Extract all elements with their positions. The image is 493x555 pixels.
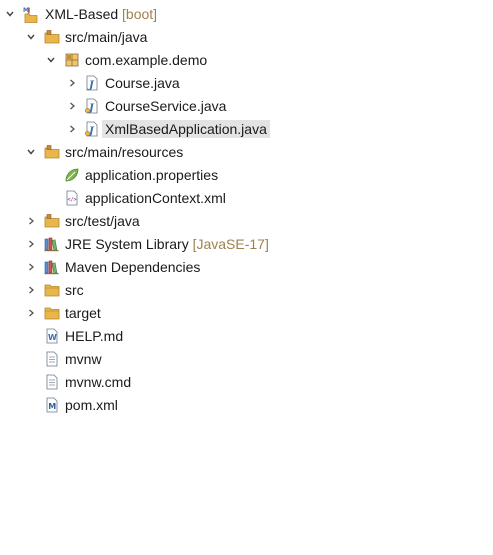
tree-item-label: application.properties [85,167,219,183]
tree-item-label: src/test/java [65,213,140,229]
tree-item-package[interactable]: com.example.demo [0,50,493,70]
tree-item-mvnw[interactable]: mvnw [0,349,493,369]
tree-item-label: mvnw.cmd [65,374,132,390]
tree-item-maven-dependencies[interactable]: Maven Dependencies [0,257,493,277]
tree-item-target-folder[interactable]: target [0,303,493,323]
chevron-down-icon[interactable] [46,54,56,66]
tree-item-mvnw-cmd[interactable]: mvnw.cmd [0,372,493,392]
project-explorer-tree: M J XML-Based [boot] src/main/java com.e… [0,0,493,555]
chevron-right-icon[interactable] [26,261,36,273]
tree-item-label: src/main/java [65,29,148,45]
tree-item-src-test-java[interactable]: src/test/java [0,211,493,231]
jre-library-name: JRE System Library [65,236,189,252]
tree-item-jre-system-library[interactable]: JRE System Library [JavaSE-17] [0,234,493,254]
xml-file-icon: </> [64,190,80,206]
source-folder-icon [44,144,60,160]
folder-icon [44,305,60,321]
tree-item-src-main-resources[interactable]: src/main/resources [0,142,493,162]
source-folder-icon [44,29,60,45]
tree-item-label: target [65,305,101,321]
tree-item-label: Course.java [105,75,180,91]
tree-item-label: CourseService.java [105,98,227,114]
tree-item-project[interactable]: M J XML-Based [boot] [0,4,493,24]
chevron-right-icon[interactable] [67,123,77,135]
project-decoration: [boot] [122,6,158,22]
maven-pom-icon: M [44,397,60,413]
tree-item-label: src [65,282,84,298]
tree-item-application-context-xml[interactable]: </> applicationContext.xml [0,188,493,208]
tree-item-label: XML-Based [boot] [42,5,160,23]
chevron-down-icon[interactable] [26,31,36,43]
tree-item-help-md[interactable]: W HELP.md [0,326,493,346]
tree-item-label: applicationContext.xml [85,190,226,206]
tree-item-src-folder[interactable]: src [0,280,493,300]
java-file-icon: J [84,98,100,114]
tree-item-label: pom.xml [65,397,118,413]
java-file-icon: J [84,121,100,137]
tree-item-application-properties[interactable]: application.properties [0,165,493,185]
source-folder-icon [44,213,60,229]
package-icon [64,52,80,68]
tree-item-label: JRE System Library [JavaSE-17] [62,235,272,253]
chevron-down-icon[interactable] [5,8,15,20]
tree-item-label: com.example.demo [85,52,208,68]
project-name: XML-Based [45,6,119,22]
svg-text:M: M [48,402,56,411]
tree-item-course-java[interactable]: J Course.java [0,73,493,93]
text-file-icon [44,351,60,367]
svg-text:</>: </> [68,197,77,203]
chevron-right-icon[interactable] [26,215,36,227]
chevron-right-icon[interactable] [67,77,77,89]
library-icon [44,259,60,275]
tree-item-label: HELP.md [65,328,124,344]
svg-text:W: W [48,333,57,342]
tree-item-course-service-java[interactable]: J CourseService.java [0,96,493,116]
library-icon [44,236,60,252]
chevron-right-icon[interactable] [26,284,36,296]
tree-item-pom-xml[interactable]: M pom.xml [0,395,493,415]
java-file-icon: J [84,75,100,91]
jre-library-decoration: [JavaSE-17] [192,236,269,252]
tree-item-label: mvnw [65,351,102,367]
tree-item-src-main-java[interactable]: src/main/java [0,27,493,47]
tree-item-xml-based-application-java[interactable]: J XmlBasedApplication.java [0,119,493,139]
chevron-right-icon[interactable] [26,307,36,319]
tree-item-label: src/main/resources [65,144,184,160]
tree-item-label: Maven Dependencies [65,259,201,275]
svg-text:J: J [27,7,30,14]
folder-icon [44,282,60,298]
chevron-right-icon[interactable] [26,238,36,250]
spring-leaf-icon [64,167,80,183]
chevron-right-icon[interactable] [67,100,77,112]
text-file-icon [44,374,60,390]
markdown-file-icon: W [44,328,60,344]
maven-java-project-icon: M J [22,6,38,23]
tree-item-label: XmlBasedApplication.java [102,120,270,138]
chevron-down-icon[interactable] [26,146,36,158]
